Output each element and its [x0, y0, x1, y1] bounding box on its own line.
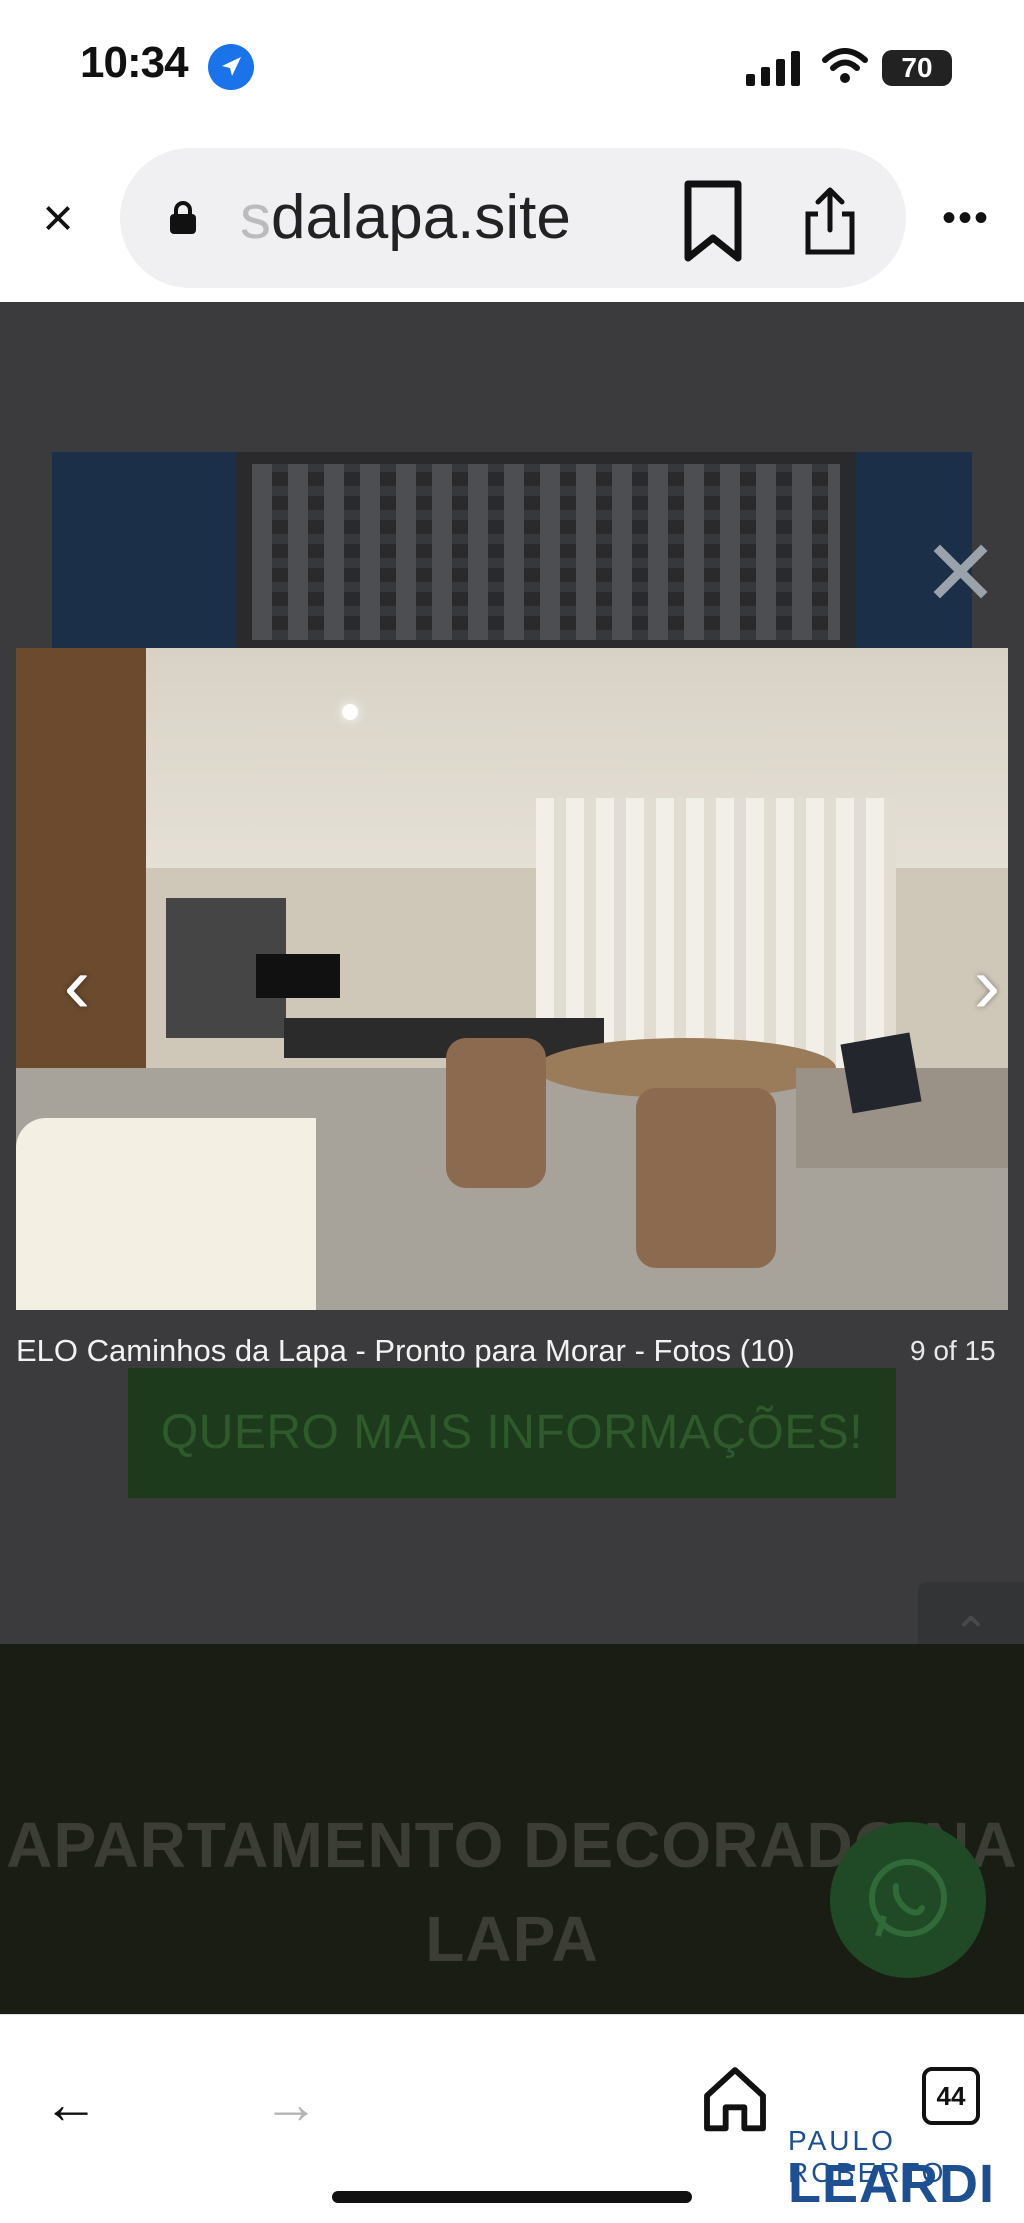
clock: 10:34 [80, 38, 189, 87]
more-info-button[interactable]: QUERO MAIS INFORMAÇÕES! [128, 1368, 896, 1498]
home-indicator[interactable] [332, 2191, 692, 2203]
section-banner: APARTAMENTO DECORADO NA LAPA [0, 1644, 1024, 2014]
battery-indicator: 70 [882, 50, 952, 86]
close-icon[interactable]: × [30, 190, 86, 246]
home-icon[interactable] [700, 2063, 770, 2133]
browser-address-row: × sdalapa.site ••• [0, 140, 1024, 302]
whatsapp-icon [869, 1859, 947, 1937]
browser-toolbar: ← → 44 PAULO ROBERTO LEARDI [0, 2014, 1024, 2223]
address-bar[interactable]: sdalapa.site [120, 148, 906, 288]
location-icon [208, 44, 254, 90]
next-arrow-icon[interactable]: › [962, 945, 1008, 1025]
tabs-button[interactable]: 44 [922, 2067, 980, 2125]
building-image [236, 452, 856, 652]
web-content: ✕ ‹ › ELO Caminhos da Lapa - Pronto para… [0, 302, 1024, 2014]
lightbox-close-button[interactable]: ✕ [922, 528, 999, 620]
more-options-icon[interactable]: ••• [938, 190, 994, 246]
watermark-logo: LEARDI [788, 2154, 995, 2214]
lightbox-photo[interactable]: ‹ › [16, 648, 1008, 1310]
share-icon[interactable] [800, 186, 860, 256]
back-arrow-icon[interactable]: ← [36, 2069, 106, 2139]
wifi-icon [822, 48, 868, 83]
whatsapp-button[interactable] [830, 1822, 986, 1978]
bookmark-icon[interactable] [680, 178, 746, 264]
previous-arrow-icon[interactable]: ‹ [52, 945, 102, 1025]
cellular-signal-icon [746, 51, 800, 86]
status-bar: 10:34 70 [0, 0, 1024, 140]
forward-arrow-icon[interactable]: → [256, 2069, 326, 2139]
lock-icon [170, 201, 196, 234]
lightbox-counter: 9 of 15 [910, 1335, 996, 1366]
url-text[interactable]: sdalapa.site [240, 182, 571, 253]
